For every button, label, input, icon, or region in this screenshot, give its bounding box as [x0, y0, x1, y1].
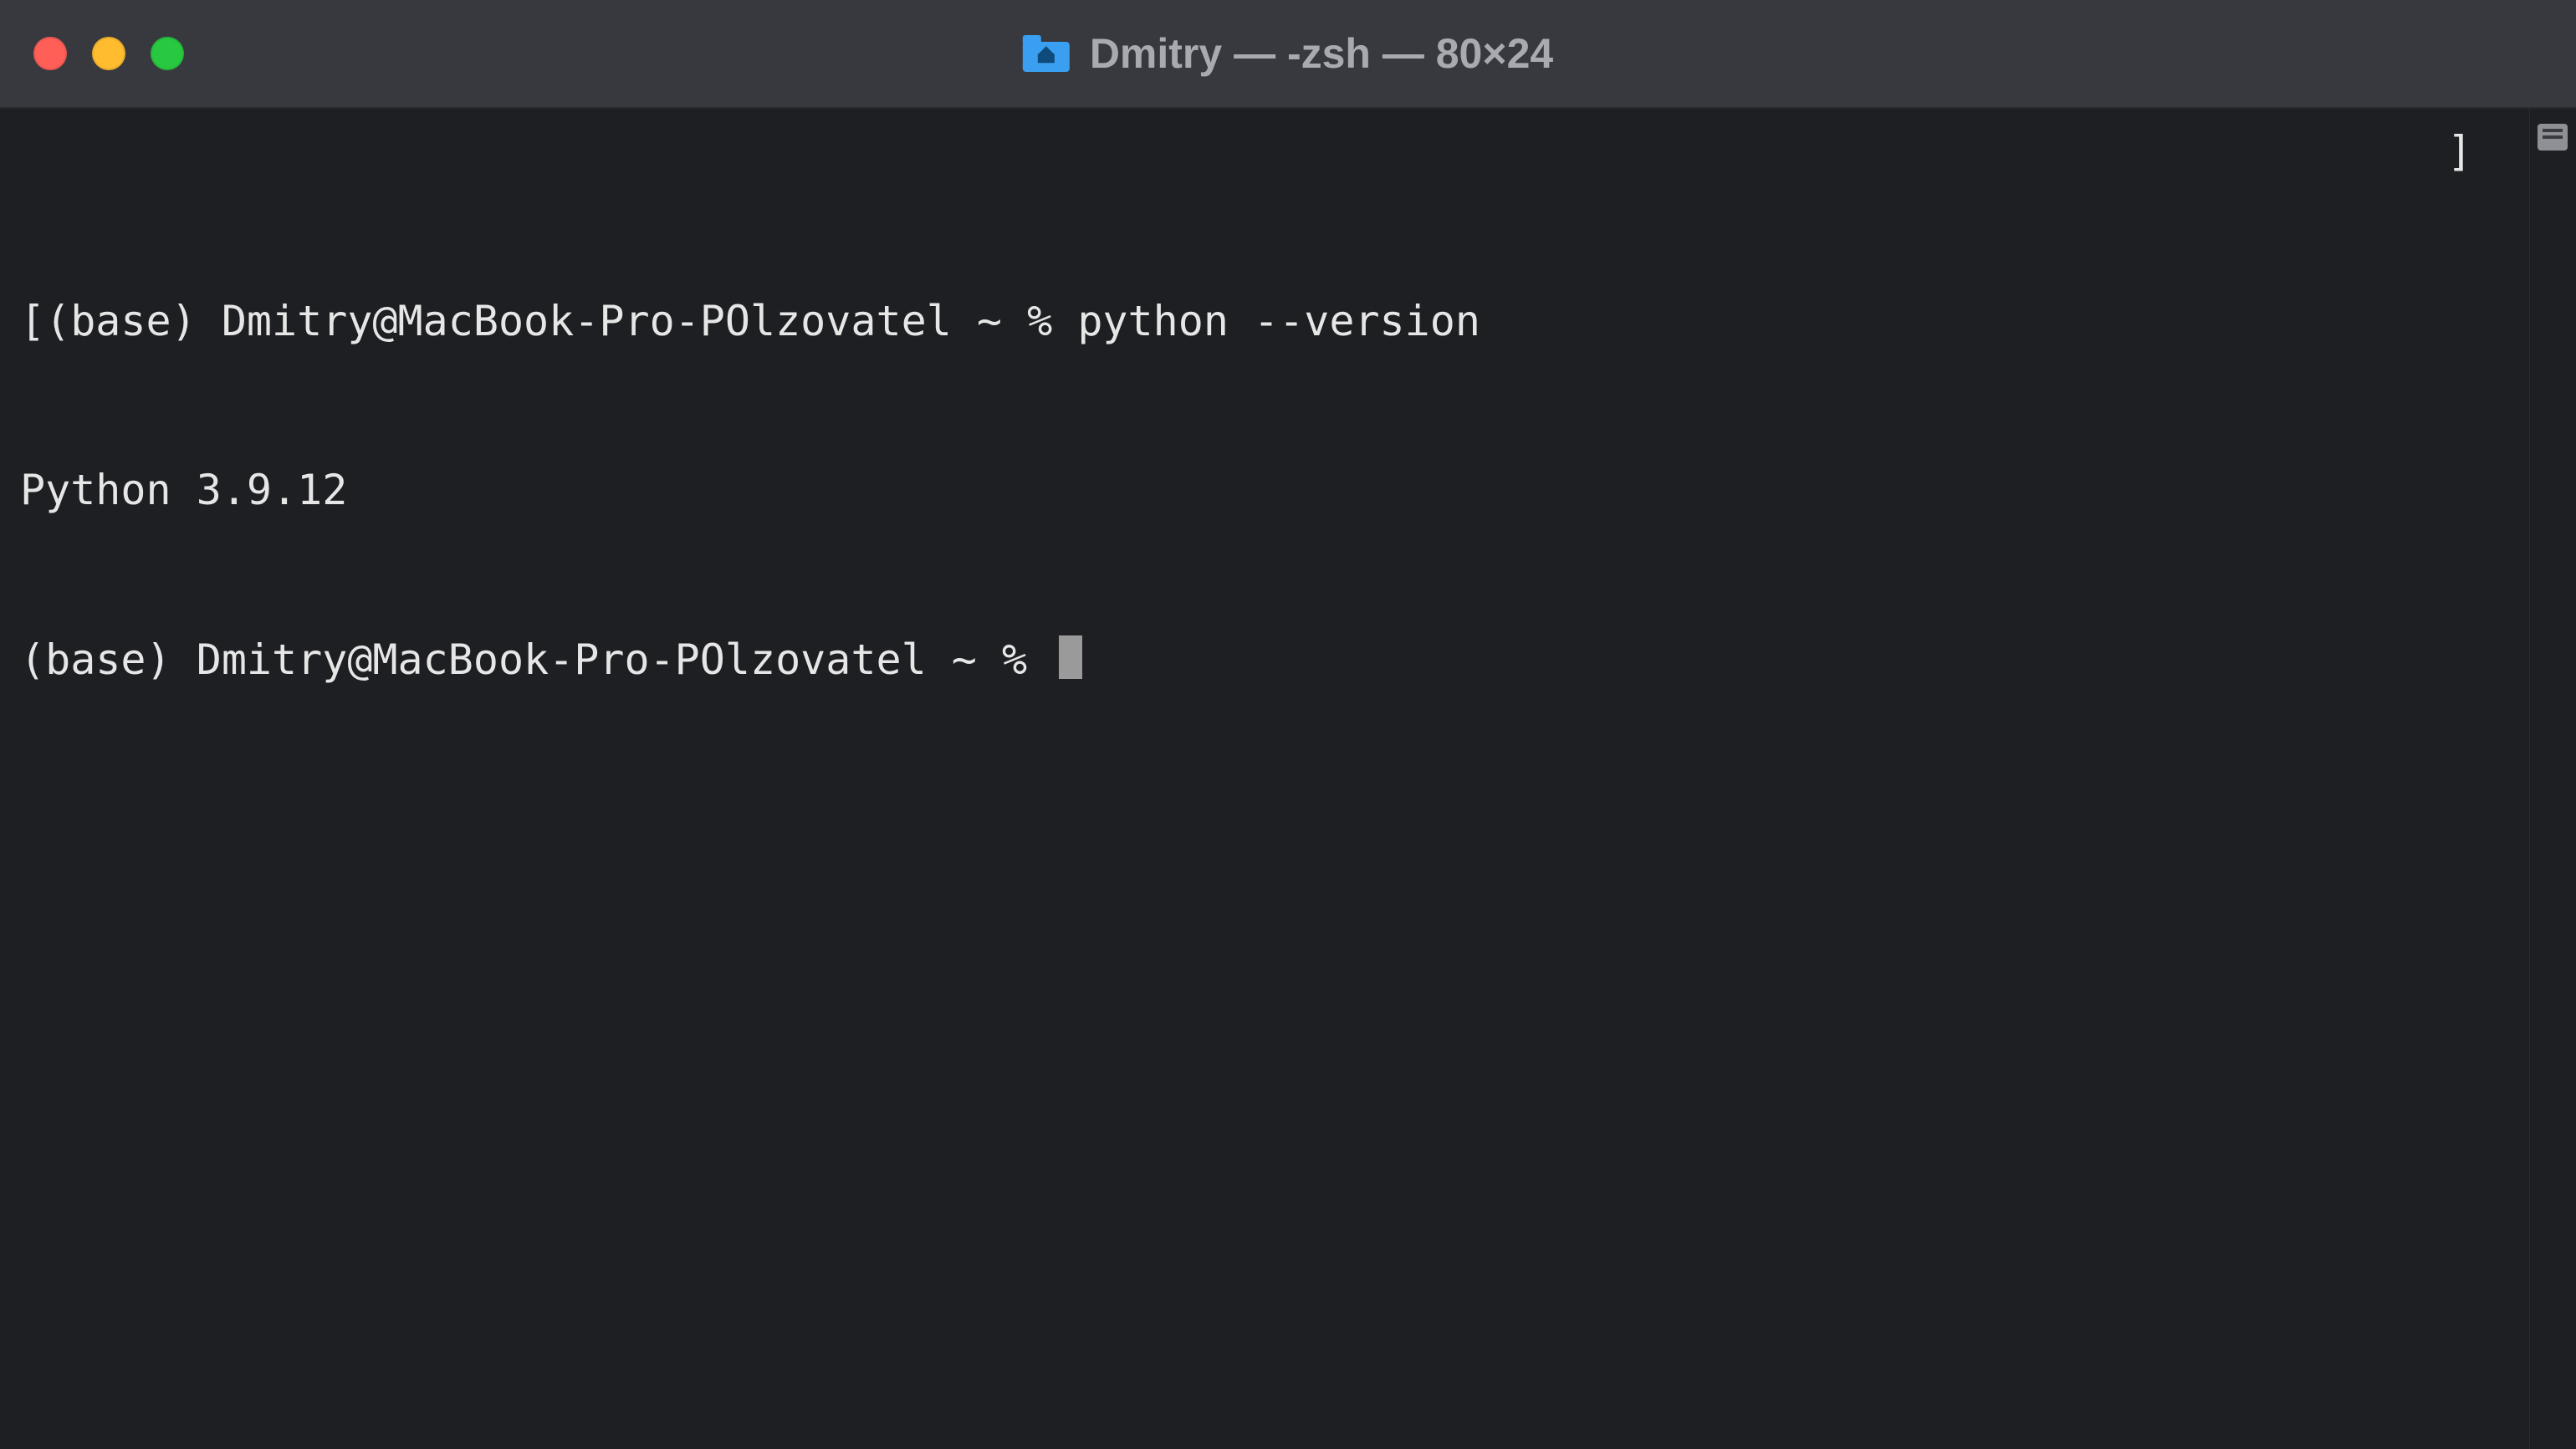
prompt: [(base) Dmitry@MacBook-Pro-POlzovatel ~ …: [20, 297, 1077, 345]
terminal-content[interactable]: ] [(base) Dmitry@MacBook-Pro-POlzovatel …: [0, 109, 2529, 1449]
minimize-button[interactable]: [92, 37, 125, 70]
cursor: [1059, 635, 1082, 679]
terminal-area: ] [(base) Dmitry@MacBook-Pro-POlzovatel …: [0, 109, 2576, 1449]
window-title-group: Dmitry — -zsh — 80×24: [1023, 29, 1553, 78]
alt-screen-icon[interactable]: [2538, 124, 2568, 151]
home-folder-icon: [1023, 35, 1070, 72]
command-text: python --version: [1077, 297, 1480, 345]
titlebar[interactable]: Dmitry — -zsh — 80×24: [0, 0, 2576, 109]
terminal-window: Dmitry — -zsh — 80×24 ] [(base) Dmitry@M…: [0, 0, 2576, 1449]
traffic-lights: [33, 37, 184, 70]
maximize-button[interactable]: [151, 37, 184, 70]
prompt: (base) Dmitry@MacBook-Pro-POlzovatel ~ %: [20, 635, 1052, 684]
window-title: Dmitry — -zsh — 80×24: [1090, 29, 1553, 78]
scrollbar[interactable]: [2529, 109, 2576, 1449]
row-end-bracket: ]: [2447, 124, 2472, 181]
close-button[interactable]: [33, 37, 67, 70]
terminal-output: Python 3.9.12: [20, 462, 2509, 519]
terminal-line: [(base) Dmitry@MacBook-Pro-POlzovatel ~ …: [20, 293, 2509, 350]
terminal-line: (base) Dmitry@MacBook-Pro-POlzovatel ~ %: [20, 632, 2509, 689]
